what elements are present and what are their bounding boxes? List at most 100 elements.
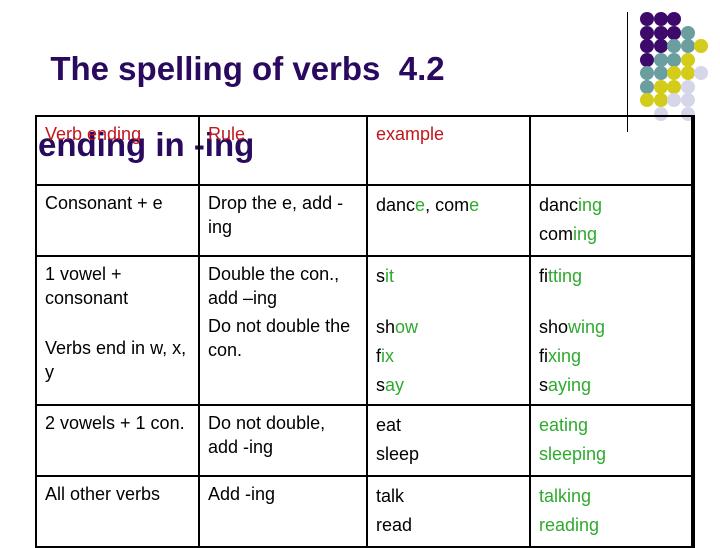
cell-examples: talk read <box>366 475 531 548</box>
cell-examples: sit show fix say <box>366 255 531 406</box>
highlighted-ending: ow <box>395 317 419 337</box>
word-stem: sho <box>539 317 569 337</box>
highlighted-ending: wing <box>568 317 606 337</box>
spelling-rules-table: Verb ending Rule example Consonant + e D… <box>35 115 695 548</box>
example-word: say <box>376 371 521 400</box>
word-stem: read <box>376 515 413 535</box>
highlighted-ending: ix <box>381 346 395 366</box>
decorative-dot <box>680 79 695 94</box>
cell-examples: eat sleep <box>366 404 531 477</box>
rule-text: Do not double, add -ing <box>208 413 326 457</box>
cell-ending: 2 vowels + 1 con. <box>35 404 200 477</box>
word-stem: , com <box>425 195 470 215</box>
ing-form-word: showing <box>539 313 683 342</box>
highlighted-ending: eating <box>539 415 589 435</box>
decorative-dot <box>667 79 681 94</box>
decorative-dot <box>653 66 668 80</box>
header-rule: Rule <box>198 115 368 186</box>
table-row: All other verbs Add -ing talk read talkin… <box>35 475 695 548</box>
decorative-dot <box>653 39 668 53</box>
example-word: eat <box>376 411 521 440</box>
decorative-dot <box>667 93 681 107</box>
table-row: 1 vowel + consonant Verbs end in w, x, y… <box>35 255 695 406</box>
word-stem: com <box>539 224 574 244</box>
example-word: sleep <box>376 440 521 469</box>
ing-form-word: talking <box>539 482 683 511</box>
ending-text: Verbs end in w, x, y <box>45 338 187 382</box>
word-stem: s <box>376 375 385 395</box>
decorative-dot <box>667 66 681 80</box>
decorative-vertical-line <box>627 12 628 132</box>
decorative-dot <box>667 12 681 26</box>
highlighted-ending: xing <box>548 346 582 366</box>
cell-results: eating sleeping <box>529 404 695 477</box>
ing-form-word: saying <box>539 371 683 400</box>
example-word: read <box>376 511 521 540</box>
example-word: dance, come <box>376 191 521 220</box>
decorative-dot <box>667 52 681 67</box>
cell-rule: Double the con., add –ing Do not double … <box>198 255 368 406</box>
word-stem: eat <box>376 415 402 435</box>
word-stem: danc <box>376 195 416 215</box>
decorative-dot <box>653 93 668 107</box>
word-stem: fi <box>539 346 548 366</box>
cell-results: dancing coming <box>529 184 695 257</box>
cell-rule: Drop the e, add -ing <box>198 184 368 257</box>
highlighted-ending: ay <box>385 375 405 395</box>
highlighted-ending: ing <box>578 195 603 215</box>
decorative-dot <box>653 25 668 40</box>
highlighted-ending: tting <box>548 266 583 286</box>
highlighted-ending: it <box>385 266 394 286</box>
header-example: example <box>366 115 531 186</box>
decorative-dot <box>640 79 654 94</box>
rule-text: Do not double the con. <box>208 316 351 360</box>
decorative-dot <box>640 25 654 40</box>
cell-ending: All other verbs <box>35 475 200 548</box>
cell-rule: Do not double, add -ing <box>198 404 368 477</box>
table-header-row: Verb ending Rule example <box>35 115 695 186</box>
table-row: Consonant + e Drop the e, add -ing dance… <box>35 184 695 257</box>
ing-form-word: fitting <box>539 262 683 291</box>
ing-form-word: coming <box>539 220 683 249</box>
highlighted-ending: e <box>415 195 426 215</box>
example-word: talk <box>376 482 521 511</box>
decorative-dot <box>667 39 681 53</box>
ending-text: 2 vowels + 1 con. <box>45 413 185 433</box>
title-line-1: The spelling of verbs 4.2 <box>50 50 445 87</box>
cell-examples: dance, come <box>366 184 531 257</box>
highlighted-ending: ing <box>573 224 598 244</box>
decorative-dot <box>667 25 681 40</box>
ing-form-word: dancing <box>539 191 683 220</box>
decorative-dot <box>680 25 695 40</box>
rule-text: Double the con., add –ing <box>208 264 340 308</box>
header-result <box>529 115 695 186</box>
ing-form-word: eating <box>539 411 683 440</box>
decorative-dot <box>680 66 695 80</box>
rule-text: Add -ing <box>208 484 276 504</box>
ing-form-word: fixing <box>539 342 683 371</box>
ending-text: Consonant + e <box>45 193 163 213</box>
highlighted-ending: aying <box>548 375 592 395</box>
word-stem: fi <box>539 266 548 286</box>
word-stem: danc <box>539 195 579 215</box>
cell-rule: Add -ing <box>198 475 368 548</box>
word-stem: s <box>376 266 385 286</box>
word-stem: talk <box>376 486 405 506</box>
highlighted-ending: talking <box>539 486 592 506</box>
word-stem: sh <box>376 317 396 337</box>
example-word: show <box>376 313 521 342</box>
decorative-dot <box>640 39 654 53</box>
ing-form-word: sleeping <box>539 440 683 469</box>
decorative-dot <box>653 52 668 67</box>
decorative-dot <box>640 52 654 67</box>
decorative-dot <box>640 93 654 107</box>
header-verb-ending: Verb ending <box>35 115 200 186</box>
example-word: fix <box>376 342 521 371</box>
rule-text: Drop the e, add -ing <box>208 193 344 237</box>
ending-text: All other verbs <box>45 484 161 504</box>
decorative-dot <box>653 79 668 94</box>
decorative-dot <box>680 39 695 53</box>
cell-ending: Consonant + e <box>35 184 200 257</box>
highlighted-ending: reading <box>539 515 600 535</box>
highlighted-ending: sleeping <box>539 444 607 464</box>
